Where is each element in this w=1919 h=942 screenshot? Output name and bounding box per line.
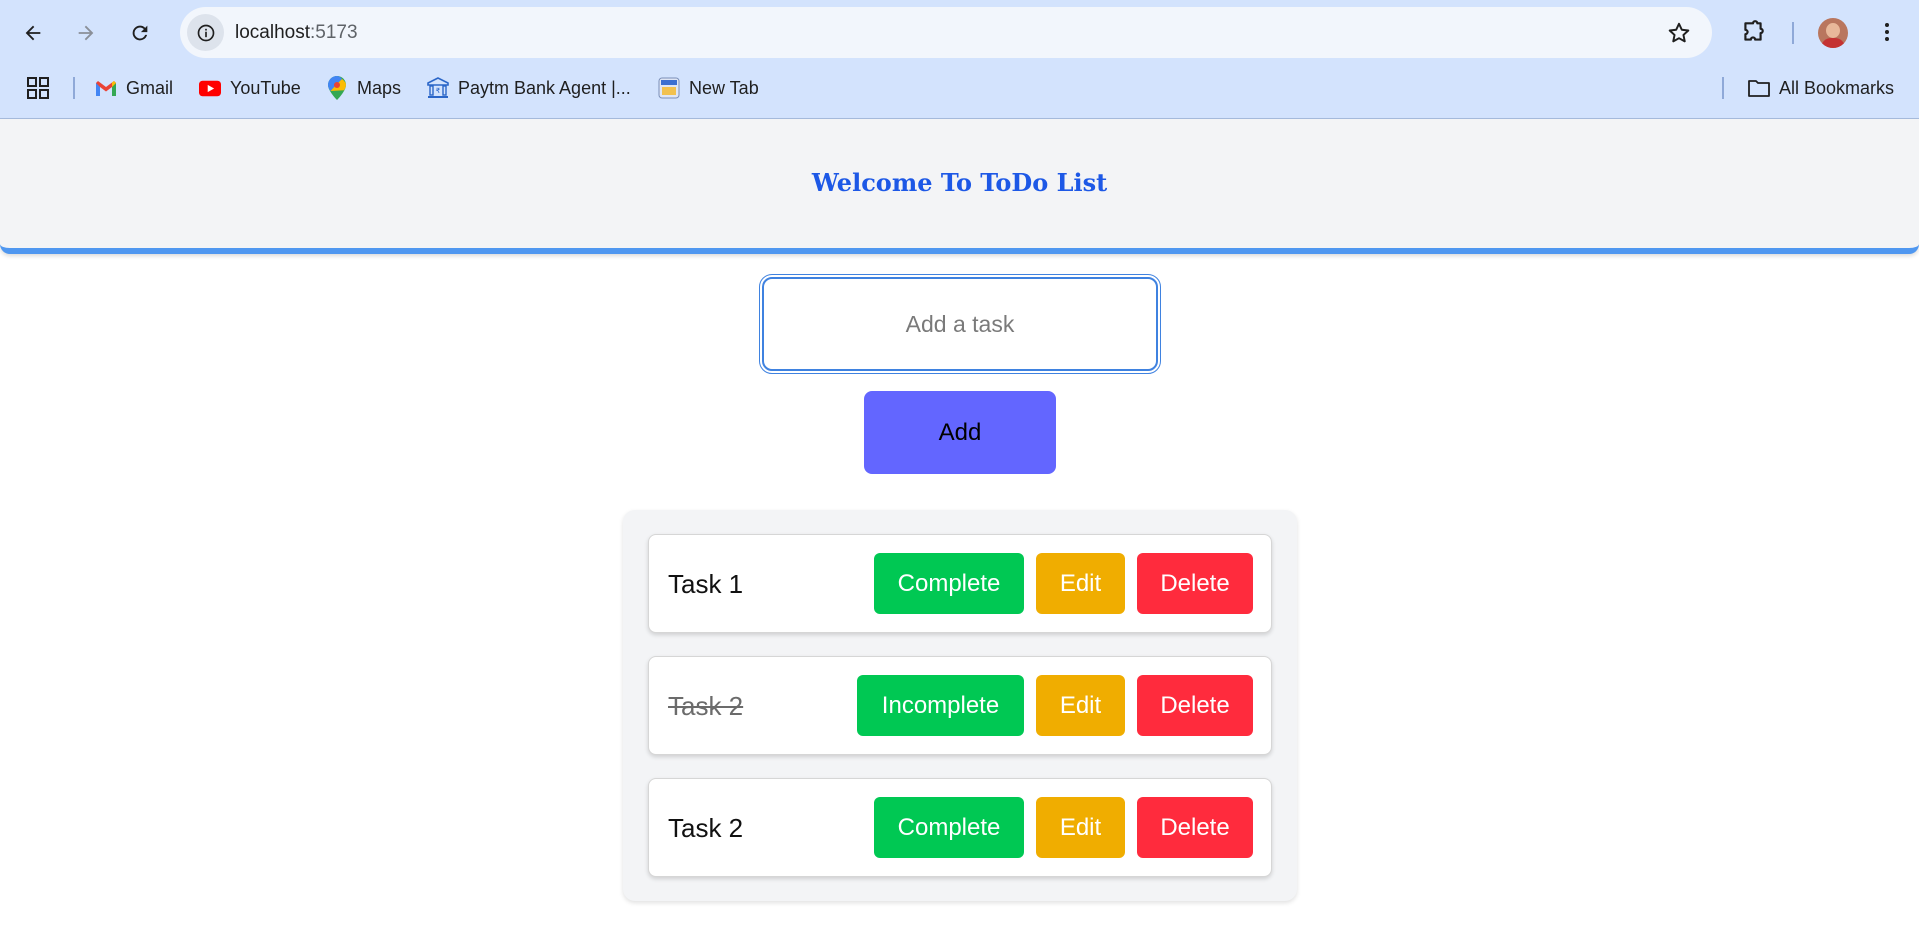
bookmark-youtube[interactable]: YouTube <box>199 70 301 106</box>
task-row: Task 1 Complete Edit Delete <box>648 534 1272 633</box>
forward-button[interactable] <box>68 15 104 51</box>
bookmark-maps[interactable]: Maps <box>326 70 401 106</box>
complete-button[interactable]: Complete <box>874 553 1024 614</box>
gmail-icon <box>95 77 117 99</box>
bookmark-label: Maps <box>357 77 402 98</box>
bookmark-label: Paytm Bank Agent |... <box>458 77 631 98</box>
browser-chrome: localhost:5173 Gmail YouTube Maps ₹ Payt… <box>0 0 1919 119</box>
url-host: localhost <box>235 22 310 43</box>
task-text: Task 2 <box>668 691 744 721</box>
edit-button[interactable]: Edit <box>1036 797 1125 858</box>
apps-grid-icon <box>27 77 49 99</box>
all-bookmarks-button[interactable]: All Bookmarks <box>1748 70 1894 106</box>
menu-dots-icon[interactable] <box>1872 17 1902 47</box>
folder-icon <box>1748 77 1770 99</box>
bookmarks-bar: Gmail YouTube Maps ₹ Paytm Bank Agent |.… <box>0 70 1919 106</box>
complete-button[interactable]: Complete <box>874 797 1024 858</box>
delete-button[interactable]: Delete <box>1137 553 1253 614</box>
task-row: Task 2 Complete Edit Delete <box>648 778 1272 877</box>
bookmark-label: Gmail <box>126 77 174 98</box>
incomplete-button[interactable]: Incomplete <box>857 675 1024 736</box>
all-bookmarks-label: All Bookmarks <box>1779 77 1895 98</box>
back-arrow-icon <box>25 25 41 41</box>
maps-icon <box>326 76 348 100</box>
bookmark-label: YouTube <box>230 77 301 98</box>
reload-icon <box>132 25 148 41</box>
delete-button[interactable]: Delete <box>1137 675 1253 736</box>
bookmark-star-icon[interactable] <box>1666 20 1692 46</box>
bookmarks-divider <box>73 77 75 99</box>
task-list: Task 1 Complete Edit Delete Task 2 Incom… <box>623 510 1297 901</box>
svg-text:₹: ₹ <box>436 87 441 95</box>
bookmark-paytm-bank[interactable]: ₹ Paytm Bank Agent |... <box>427 70 631 106</box>
task-text: Task 2 <box>668 813 744 843</box>
extensions-icon[interactable] <box>1738 17 1768 47</box>
paytm-bank-icon: ₹ <box>427 77 449 99</box>
bookmark-new-tab[interactable]: New Tab <box>658 70 759 106</box>
site-info-icon[interactable] <box>187 14 224 51</box>
bookmarks-divider-right <box>1722 77 1724 99</box>
task-input[interactable] <box>759 274 1161 374</box>
youtube-icon <box>199 77 221 99</box>
url-port: :5173 <box>310 22 358 43</box>
address-bar[interactable]: localhost:5173 <box>180 7 1712 58</box>
reload-button[interactable] <box>122 15 158 51</box>
page-title: Welcome To ToDo List <box>811 168 1108 197</box>
bookmark-label: New Tab <box>689 77 759 98</box>
page-header: Welcome To ToDo List <box>0 119 1919 254</box>
task-text: Task 1 <box>668 569 744 599</box>
edit-button[interactable]: Edit <box>1036 553 1125 614</box>
profile-avatar[interactable] <box>1818 18 1848 48</box>
url-text: localhost:5173 <box>235 7 358 58</box>
task-row: Task 2 Incomplete Edit Delete <box>648 656 1272 755</box>
forward-arrow-icon <box>78 25 94 41</box>
bookmark-gmail[interactable]: Gmail <box>95 70 173 106</box>
apps-grid-button[interactable] <box>27 70 49 106</box>
toolbar-divider <box>1792 22 1794 44</box>
edit-button[interactable]: Edit <box>1036 675 1125 736</box>
back-button[interactable] <box>15 15 51 51</box>
delete-button[interactable]: Delete <box>1137 797 1253 858</box>
add-button[interactable]: Add <box>864 391 1056 474</box>
new-tab-icon <box>658 77 680 99</box>
